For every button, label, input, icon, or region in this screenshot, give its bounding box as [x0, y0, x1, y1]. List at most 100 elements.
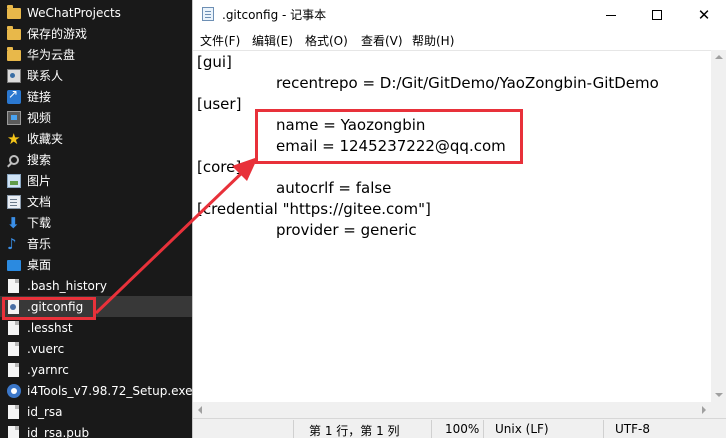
explorer-item[interactable]: .lesshst	[0, 317, 192, 338]
desktop-icon	[7, 260, 21, 271]
status-separator	[603, 420, 604, 438]
explorer-item[interactable]: 链接	[0, 86, 192, 107]
minimize-button[interactable]	[588, 0, 634, 30]
zoom-level: 100%	[445, 422, 480, 436]
text-editor[interactable]: [gui] recentrepo = D:/Git/GitDemo/YaoZon…	[193, 50, 711, 402]
notepad-window: .gitconfig - 记事本 ✕ 文件(F) 编辑(E) 格式(O) 查看(…	[192, 0, 726, 438]
menu-help[interactable]: 帮助(H)	[412, 32, 454, 49]
text-line: [core]	[197, 158, 242, 176]
explorer-item[interactable]: 保存的游戏	[0, 23, 192, 44]
explorer-item[interactable]: ♪ 音乐	[0, 233, 192, 254]
scroll-left-icon[interactable]	[198, 406, 202, 414]
scroll-up-icon[interactable]	[715, 55, 723, 59]
explorer-item-label: .lesshst	[27, 320, 73, 335]
close-button[interactable]: ✕	[681, 0, 726, 30]
explorer-item-label: WeChatProjects	[27, 5, 121, 20]
text-line: [user]	[197, 95, 242, 113]
explorer-item-label: 桌面	[27, 258, 52, 272]
folder-icon	[7, 26, 21, 40]
download-icon: ⬇	[7, 213, 20, 232]
menu-file[interactable]: 文件(F)	[200, 32, 240, 49]
file-icon	[8, 404, 19, 419]
highlight-box-user-info	[255, 109, 523, 164]
explorer-item-label: 保存的游戏	[27, 27, 88, 41]
explorer-item-label: .bash_history	[27, 278, 107, 293]
cursor-position: 第 1 行，第 1 列	[309, 424, 400, 438]
file-icon	[8, 341, 19, 356]
link-icon	[7, 87, 21, 104]
explorer-item[interactable]: id_rsa.pub	[0, 422, 192, 438]
music-icon: ♪	[7, 234, 17, 253]
explorer-item-label: id_rsa.pub	[27, 425, 90, 438]
line-ending: Unix (LF)	[495, 422, 549, 436]
vertical-scrollbar[interactable]	[711, 50, 726, 402]
explorer-item-label: 联系人	[27, 69, 64, 83]
file-icon	[8, 278, 19, 293]
encoding: UTF-8	[615, 422, 650, 436]
file-icon	[8, 425, 19, 438]
file-explorer-pane: WeChatProjects 保存的游戏 华为云盘 联系人 链接 视频 ★ 收藏夹…	[0, 0, 192, 438]
explorer-item[interactable]: ★ 收藏夹	[0, 128, 192, 149]
menu-edit[interactable]: 编辑(E)	[252, 32, 293, 49]
explorer-item[interactable]: WeChatProjects	[0, 2, 192, 23]
explorer-item[interactable]: .yarnrc	[0, 359, 192, 380]
status-separator	[293, 420, 294, 438]
explorer-item-label: 音乐	[27, 237, 52, 251]
explorer-item-label: .yarnrc	[27, 362, 69, 377]
video-icon	[7, 110, 21, 125]
minimize-icon	[606, 14, 616, 16]
close-icon: ✕	[697, 6, 711, 24]
scroll-down-icon[interactable]	[715, 393, 723, 397]
search-icon	[9, 154, 19, 165]
title-bar[interactable]: .gitconfig - 记事本 ✕	[193, 0, 726, 30]
explorer-item[interactable]: ⬇ 下载	[0, 212, 192, 233]
explorer-item-label: 搜索	[27, 153, 52, 167]
text-line: provider = generic	[276, 221, 417, 239]
menu-format[interactable]: 格式(O)	[305, 32, 348, 49]
explorer-item-label: 下载	[27, 216, 52, 230]
explorer-item[interactable]: 桌面	[0, 254, 192, 275]
scroll-right-icon[interactable]	[702, 406, 706, 414]
explorer-item-label: 华为云盘	[27, 48, 76, 62]
menu-bar: 文件(F) 编辑(E) 格式(O) 查看(V) 帮助(H)	[193, 30, 726, 50]
explorer-item[interactable]: i4Tools_v7.98.72_Setup.exe	[0, 380, 192, 401]
contacts-icon	[7, 68, 21, 83]
menu-view[interactable]: 查看(V)	[361, 32, 403, 49]
explorer-item-label: i4Tools_v7.98.72_Setup.exe	[27, 383, 192, 398]
explorer-item-label: 收藏夹	[27, 132, 64, 146]
file-icon	[8, 362, 19, 377]
maximize-icon	[652, 10, 662, 20]
explorer-item-label: 视频	[27, 111, 52, 125]
horizontal-scrollbar[interactable]	[193, 402, 711, 418]
explorer-item[interactable]: 华为云盘	[0, 44, 192, 65]
explorer-item-label: 文档	[27, 195, 52, 209]
explorer-item[interactable]: .vuerc	[0, 338, 192, 359]
text-line: [gui]	[197, 53, 232, 71]
explorer-item[interactable]: 搜索	[0, 149, 192, 170]
explorer-item-label: .vuerc	[27, 341, 65, 356]
explorer-item[interactable]: 图片	[0, 170, 192, 191]
explorer-item-label: 链接	[27, 90, 52, 104]
folder-icon	[7, 47, 21, 61]
app-icon	[7, 383, 21, 398]
status-bar: 第 1 行，第 1 列 100% Unix (LF) UTF-8	[193, 418, 726, 438]
file-icon	[8, 320, 19, 335]
maximize-button[interactable]	[634, 0, 680, 30]
text-line: autocrlf = false	[276, 179, 392, 197]
explorer-item-label: 图片	[27, 174, 52, 188]
explorer-item-label: id_rsa	[27, 404, 63, 419]
explorer-item[interactable]: id_rsa	[0, 401, 192, 422]
explorer-item[interactable]: 联系人	[0, 65, 192, 86]
window-title: .gitconfig - 记事本	[222, 8, 327, 22]
document-icon	[7, 194, 21, 209]
notepad-icon	[202, 7, 214, 21]
picture-icon	[7, 173, 21, 188]
highlight-box-gitconfig	[2, 297, 96, 320]
text-line: recentrepo = D:/Git/GitDemo/YaoZongbin-G…	[276, 74, 659, 92]
scrollbar-corner	[711, 402, 726, 418]
status-separator	[431, 420, 432, 438]
explorer-item[interactable]: 视频	[0, 107, 192, 128]
explorer-item[interactable]: 文档	[0, 191, 192, 212]
star-icon: ★	[7, 129, 21, 148]
explorer-item[interactable]: .bash_history	[0, 275, 192, 296]
